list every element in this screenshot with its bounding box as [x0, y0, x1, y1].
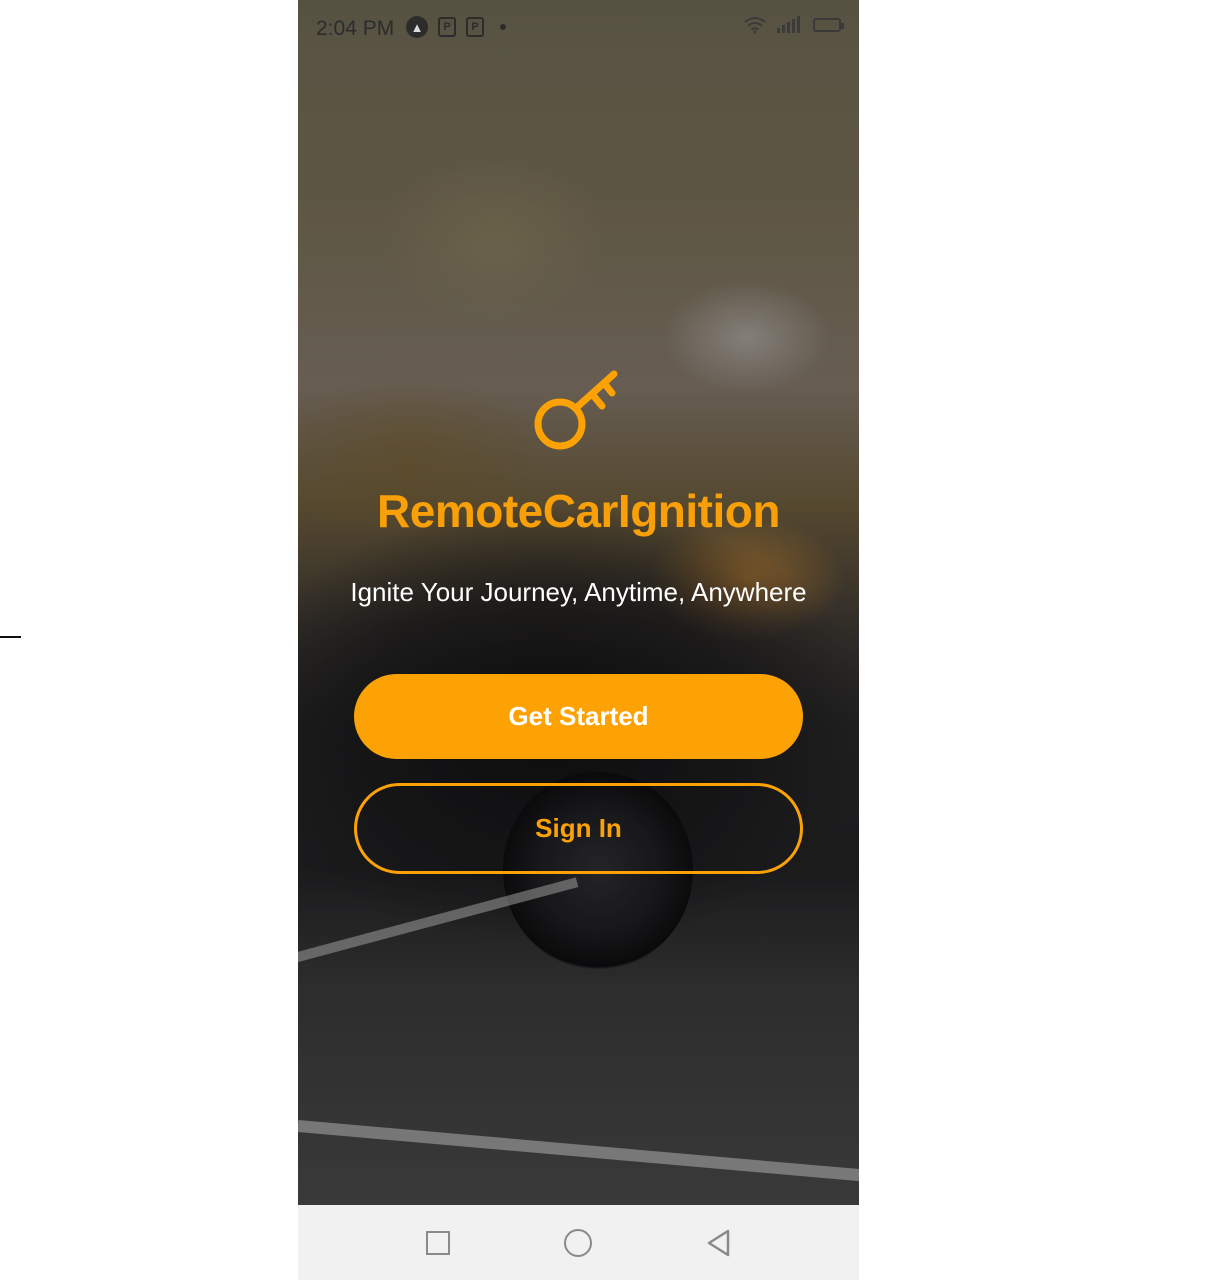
home-icon[interactable] — [564, 1229, 592, 1257]
back-icon[interactable] — [706, 1229, 732, 1257]
parking-icon: P — [438, 17, 456, 37]
wifi-icon — [744, 17, 766, 34]
app-tagline: Ignite Your Journey, Anytime, Anywhere — [350, 577, 807, 607]
get-started-button[interactable]: Get Started — [354, 674, 803, 759]
recents-icon[interactable] — [426, 1231, 450, 1255]
app-notification-icon: ▲ — [406, 16, 428, 38]
key-icon — [534, 370, 618, 450]
parking-icon: P — [466, 17, 484, 37]
sign-in-button[interactable]: Sign In — [354, 783, 803, 874]
background-photo: 2:04 PM ▲ P P RemoteCarIgnition Ignite Y… — [298, 0, 859, 1205]
dot-icon — [500, 24, 506, 30]
edge-mark — [0, 636, 21, 638]
system-icons — [743, 16, 844, 34]
signal-icon — [777, 16, 800, 33]
status-time: 2:04 PM — [316, 17, 395, 40]
app-title: RemoteCarIgnition — [377, 485, 780, 537]
battery-icon — [813, 18, 844, 32]
notification-icons: ▲ P P — [406, 16, 506, 38]
status-bar: 2:04 PM ▲ P P — [298, 0, 859, 56]
phone-screen: 2:04 PM ▲ P P RemoteCarIgnition Ignite Y… — [298, 0, 859, 1280]
navigation-bar — [298, 1205, 859, 1280]
page: 2:04 PM ▲ P P RemoteCarIgnition Ignite Y… — [0, 0, 1211, 1280]
